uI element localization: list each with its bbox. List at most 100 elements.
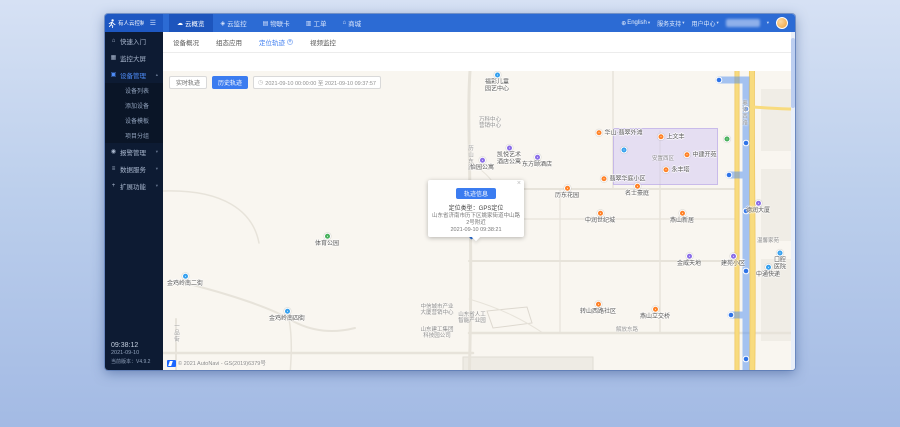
- sidebar-item-device-management[interactable]: ▣设备管理▴: [105, 66, 163, 83]
- topbar-user-center[interactable]: 用户中心▾: [691, 19, 718, 28]
- map-poi[interactable]: 上文丰: [657, 133, 684, 141]
- track-waypoint-marker[interactable]: [743, 356, 749, 362]
- map-canvas[interactable]: 福彩儿童 园艺中心万科中心 营销中心东方颐酒店凯悦艺术 酒店公寓怡园公寓体育公园…: [163, 71, 795, 370]
- sidebar-item-quick-start[interactable]: ⌂快速入门: [105, 32, 163, 49]
- work-order-icon: ▥: [306, 20, 312, 27]
- popup-close-icon[interactable]: ×: [517, 180, 521, 187]
- sidebar-item-device-template[interactable]: 设备模板: [105, 113, 163, 128]
- datetime-range-input[interactable]: ◷ 2021-09-10 00:00:00 至 2021-09-10 09:37…: [253, 76, 381, 89]
- tab-close-icon[interactable]: ×: [287, 39, 293, 45]
- map-poi[interactable]: 怡园公寓: [470, 157, 494, 172]
- poi-label: 福彩儿童 园艺中心: [485, 80, 509, 93]
- avatar[interactable]: [776, 17, 788, 29]
- poi-label: 金鸡岭南二街: [167, 281, 203, 288]
- amap-logo-icon: [167, 360, 176, 367]
- track-waypoint-marker[interactable]: [743, 140, 749, 146]
- sidebar-item-add-device[interactable]: 添加设备: [105, 98, 163, 113]
- tab-video-monitor[interactable]: 视频监控: [310, 37, 336, 47]
- alarm-management-icon: ◉: [110, 148, 117, 155]
- poi-label: 永丰塔: [671, 167, 689, 174]
- clock-date: 2021-09-10: [111, 350, 150, 356]
- nav-item-label: 物联卡: [270, 18, 290, 28]
- map-poi[interactable]: 凯悦艺术 酒店公寓: [497, 145, 521, 166]
- quick-start-icon: ⌂: [110, 38, 117, 44]
- tab-label: 设备概况: [173, 37, 199, 47]
- map-poi[interactable]: 中建开苑: [683, 151, 716, 159]
- map-attribution: © 2021 AutoNavi - GS(2019)6379号: [167, 359, 266, 367]
- poi-dot-icon: [678, 210, 685, 217]
- map-poi[interactable]: 历东花园: [555, 185, 579, 200]
- main-content: 设备概况组态应用定位轨迹×视频监控: [163, 32, 795, 370]
- map-poi[interactable]: 华山·翡翠外滩: [596, 129, 643, 137]
- poi-dot-icon: [596, 210, 603, 217]
- tab-config-app[interactable]: 组态应用: [216, 37, 242, 47]
- sidebar-item-device-list[interactable]: 设备列表: [105, 83, 163, 98]
- sidebar: ⌂快速入门▦监控大屏▣设备管理▴设备列表添加设备设备模板项目分组◉报警管理▾≡数…: [105, 32, 163, 370]
- sidebar-clock: 09:38:12 2021-09-10 当前版本：V4.9.2: [111, 342, 150, 365]
- vertical-scrollbar[interactable]: [791, 32, 795, 370]
- clock-time: 09:38:12: [111, 342, 150, 349]
- tab-label: 视频监控: [310, 37, 336, 47]
- poi-label: 燕山立交桥: [640, 314, 670, 321]
- track-waypoint-marker[interactable]: [728, 312, 734, 318]
- track-waypoint-marker[interactable]: [743, 268, 749, 274]
- map-poi[interactable]: 燕山新居: [670, 210, 694, 225]
- nav-item-iot-card[interactable]: ▤物联卡: [255, 14, 298, 32]
- nav-item-label: 商城: [348, 18, 361, 28]
- map-poi[interactable]: 体育公园: [315, 233, 339, 248]
- poi-dot-icon: [493, 72, 500, 79]
- map-poi[interactable]: [621, 147, 628, 154]
- road-label: 解放东路: [616, 325, 638, 333]
- tab-label: 定位轨迹: [259, 37, 285, 47]
- map-poi[interactable]: 燕山立交桥: [640, 306, 670, 321]
- sidebar-item-monitor-screen[interactable]: ▦监控大屏: [105, 49, 163, 66]
- map-poi[interactable]: 金鸡岭南四街: [269, 308, 305, 323]
- sidebar-item-extensions[interactable]: +扩展功能▾: [105, 177, 163, 194]
- map-poi[interactable]: 东方颐酒店: [522, 154, 552, 169]
- track-toolbar: 实时轨迹 历史轨迹 ◷ 2021-09-10 00:00:00 至 2021-0…: [169, 76, 381, 89]
- poi-dot-icon: [633, 183, 640, 190]
- map-poi[interactable]: 建苑小区: [721, 253, 745, 268]
- map-poi[interactable]: 中润世纪城: [585, 210, 615, 225]
- poi-dot-icon: [662, 167, 669, 174]
- datetime-range-value: 2021-09-10 00:00:00 至 2021-09-10 09:37:5…: [265, 79, 376, 87]
- nav-item-work-order[interactable]: ▥工单: [298, 14, 335, 32]
- nav-item-mall[interactable]: ⌂商城: [334, 14, 369, 32]
- topbar: 有人云控制台 ☰ ☁云概览◈云监控▤物联卡▥工单⌂商城 ⊕English▾服务支…: [105, 14, 795, 32]
- monitor-screen-icon: ▦: [110, 54, 117, 61]
- poi-label: 金鸡岭南四街: [269, 316, 305, 323]
- map-poi[interactable]: 翡翠华庭小区: [600, 175, 645, 183]
- tab-device-overview[interactable]: 设备概况: [173, 37, 199, 47]
- map-poi[interactable]: 金威天地: [677, 253, 701, 268]
- poi-label: 怡园公寓: [470, 165, 494, 172]
- sidebar-item-label: 快速入门: [120, 36, 146, 46]
- topbar-language[interactable]: ⊕English▾: [621, 20, 650, 27]
- sidebar-item-alarm-management[interactable]: ◉报警管理▾: [105, 143, 163, 160]
- map-poi[interactable]: 名士豪庭: [625, 183, 649, 198]
- nav-item-cloud-overview[interactable]: ☁云概览: [169, 14, 213, 32]
- tab-track[interactable]: 定位轨迹×: [259, 37, 293, 47]
- poi-label: 德润大厦: [746, 208, 770, 215]
- hamburger-icon[interactable]: ☰: [146, 19, 160, 27]
- map-poi[interactable]: 中通快递: [756, 264, 780, 279]
- username-masked[interactable]: [726, 19, 760, 27]
- sidebar-item-project-group[interactable]: 项目分组: [105, 128, 163, 143]
- track-waypoint-marker[interactable]: [726, 172, 732, 178]
- topbar-support[interactable]: 服务支持▾: [657, 19, 684, 28]
- data-service-icon: ≡: [110, 166, 117, 172]
- scrollbar-thumb[interactable]: [791, 38, 795, 108]
- poi-label: 体育公园: [315, 241, 339, 248]
- topbar-support-label: 服务支持: [657, 19, 681, 28]
- map-poi[interactable]: 德润大厦: [746, 200, 770, 215]
- realtime-track-button[interactable]: 实时轨迹: [169, 76, 207, 89]
- history-track-button[interactable]: 历史轨迹: [212, 76, 248, 89]
- map-poi[interactable]: 永丰塔: [662, 166, 689, 174]
- cloud-monitor-icon: ◈: [221, 20, 226, 27]
- sidebar-item-data-service[interactable]: ≡数据服务▾: [105, 160, 163, 177]
- track-waypoint-marker[interactable]: [716, 77, 722, 83]
- nav-item-cloud-monitor[interactable]: ◈云监控: [213, 14, 255, 32]
- map-poi[interactable]: [724, 136, 731, 143]
- map-poi[interactable]: 金鸡岭南二街: [167, 273, 203, 288]
- map-poi[interactable]: 转山西路社区: [580, 301, 616, 316]
- map-poi[interactable]: 福彩儿童 园艺中心: [485, 72, 509, 93]
